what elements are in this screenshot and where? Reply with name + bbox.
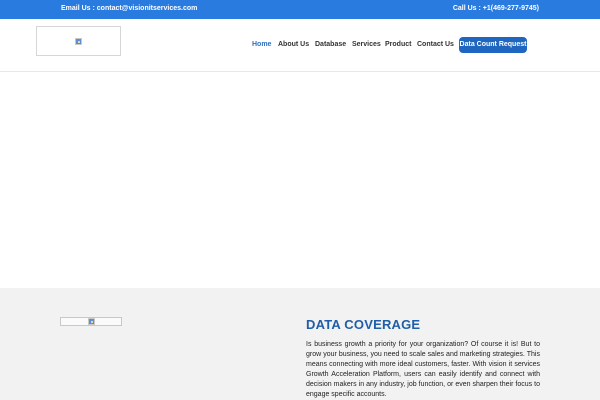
nav-services[interactable]: Services — [352, 41, 381, 48]
site-header: Home About Us Database Services Product … — [0, 19, 600, 72]
data-count-request-button[interactable]: Data Count Request — [459, 37, 527, 53]
broken-image-icon — [75, 38, 82, 45]
nav-product[interactable]: Product — [385, 41, 411, 48]
data-coverage-section: DATA COVERAGE Is business growth a prior… — [0, 288, 600, 400]
top-contact-bar: Email Us : contact@visionitservices.com … — [0, 0, 600, 19]
hero-banner — [0, 73, 600, 288]
nav-home[interactable]: Home — [252, 41, 271, 48]
site-logo[interactable] — [36, 26, 121, 56]
coverage-heading: DATA COVERAGE — [306, 317, 421, 332]
coverage-description: Is business growth a priority for your o… — [306, 341, 540, 398]
email-contact[interactable]: Email Us : contact@visionitservices.com — [61, 5, 197, 12]
coverage-image — [60, 317, 122, 326]
nav-database[interactable]: Database — [315, 41, 346, 48]
nav-contact-us[interactable]: Contact Us — [417, 41, 454, 48]
phone-contact[interactable]: Call Us : +1(469-277-9745) — [453, 5, 539, 12]
nav-about-us[interactable]: About Us — [278, 41, 309, 48]
broken-image-icon — [88, 318, 95, 325]
